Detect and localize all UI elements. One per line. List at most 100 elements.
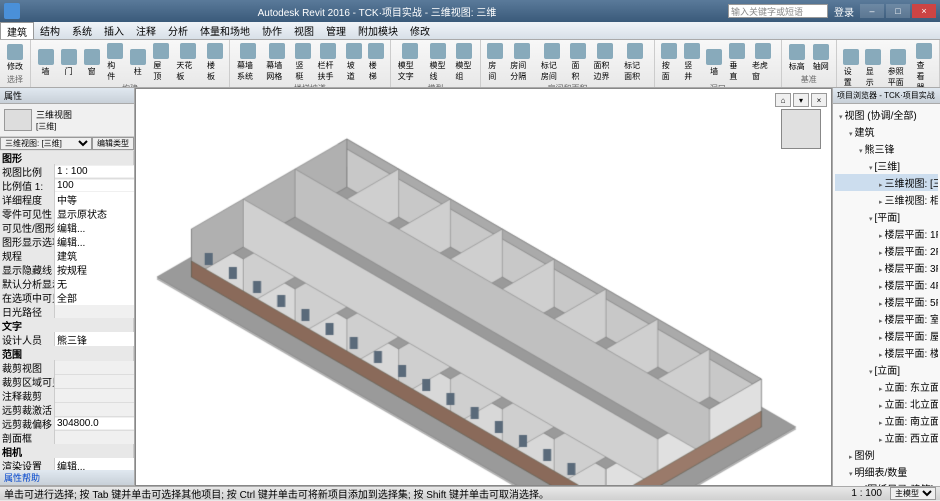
- tab-注释[interactable]: 注释: [130, 22, 162, 39]
- prop-value[interactable]: 100: [55, 180, 134, 191]
- tool-模型文字[interactable]: 模型文字: [395, 42, 425, 83]
- tab-管理[interactable]: 管理: [320, 22, 352, 39]
- tab-协作[interactable]: 协作: [256, 22, 288, 39]
- tree-item[interactable]: 立面: 东立面: [835, 378, 938, 395]
- tree-item[interactable]: 楼层平面: 室外地坪: [835, 310, 938, 327]
- tab-修改[interactable]: 修改: [404, 22, 436, 39]
- tab-分析[interactable]: 分析: [162, 22, 194, 39]
- prop-group-文字[interactable]: 文字: [0, 319, 134, 333]
- tree-item[interactable]: [平面]: [835, 208, 938, 225]
- tool-墙[interactable]: 墙: [35, 42, 56, 83]
- viewport-home-button[interactable]: ⌂: [775, 93, 791, 107]
- tree-item[interactable]: 楼层平面: 1F: [835, 225, 938, 242]
- maximize-button[interactable]: □: [886, 4, 910, 18]
- prop-value[interactable]: 1 : 100: [55, 166, 134, 177]
- user-label[interactable]: 登录: [834, 4, 854, 19]
- prop-value[interactable]: 中等: [55, 192, 134, 207]
- tool-楼板[interactable]: 楼板: [204, 42, 225, 83]
- tree-item[interactable]: 视图 (协调/全部): [835, 106, 938, 123]
- tree-item[interactable]: 建筑: [835, 123, 938, 140]
- tool-幕墙网格[interactable]: 幕墙网格: [263, 42, 290, 83]
- tool-幕墙系统[interactable]: 幕墙系统: [234, 42, 261, 83]
- prop-group-图形[interactable]: 图形: [0, 151, 134, 165]
- tree-item[interactable]: 楼层平面: 屋顶: [835, 327, 938, 344]
- tool-参照平面[interactable]: 参照平面: [885, 42, 912, 88]
- status-scale[interactable]: 1 : 100: [851, 488, 882, 499]
- tool-面积[interactable]: 面积: [568, 42, 588, 83]
- tab-体量和场地[interactable]: 体量和场地: [194, 22, 256, 39]
- prop-value[interactable]: 显示原状态: [55, 206, 134, 221]
- edit-type-button[interactable]: 编辑类型: [92, 137, 134, 150]
- tool-显示[interactable]: 显示: [863, 42, 883, 88]
- view-cube[interactable]: [781, 109, 821, 149]
- prop-value[interactable]: 编辑...: [55, 220, 134, 235]
- tree-item[interactable]: 明细表/数量: [835, 463, 938, 480]
- prop-value[interactable]: 全部: [55, 290, 134, 305]
- tool-轴网[interactable]: 轴网: [810, 42, 832, 74]
- tree-item[interactable]: [立面]: [835, 361, 938, 378]
- tool-构件[interactable]: 构件: [104, 42, 125, 83]
- tab-附加模块[interactable]: 附加模块: [352, 22, 404, 39]
- tool-查看器[interactable]: 查看器: [913, 42, 935, 88]
- tree-item[interactable]: 立面: 南立面: [835, 412, 938, 429]
- properties-help-link[interactable]: 属性帮助: [0, 470, 134, 486]
- tool-修改[interactable]: 修改: [4, 42, 26, 74]
- tool-墙[interactable]: 墙: [704, 42, 725, 83]
- tool-标记房间[interactable]: 标记房间: [538, 42, 567, 83]
- viewport-menu-button[interactable]: ▾: [793, 93, 809, 107]
- tool-按面[interactable]: 按面: [659, 42, 680, 83]
- tool-竖井[interactable]: 竖井: [681, 42, 702, 83]
- type-selector[interactable]: 三维视图: [三维]: [0, 137, 92, 150]
- tool-屋顶[interactable]: 屋顶: [150, 42, 171, 83]
- tab-视图[interactable]: 视图: [288, 22, 320, 39]
- tool-栏杆扶手[interactable]: 栏杆扶手: [315, 42, 342, 83]
- tool-楼梯[interactable]: 楼梯: [366, 42, 386, 83]
- prop-group-范围[interactable]: 范围: [0, 347, 134, 361]
- close-button[interactable]: ×: [912, 4, 936, 18]
- tool-房间分隔[interactable]: 房间分隔: [507, 42, 536, 83]
- tree-item[interactable]: 楼层平面: 3F: [835, 259, 938, 276]
- tree-item[interactable]: 三维视图: [三维]: [835, 174, 938, 191]
- tool-垂直[interactable]: 垂直: [726, 42, 747, 83]
- prop-value[interactable]: 304800.0: [55, 418, 134, 429]
- prop-group-相机[interactable]: 相机: [0, 445, 134, 459]
- tab-系统[interactable]: 系统: [66, 22, 98, 39]
- tab-插入[interactable]: 插入: [98, 22, 130, 39]
- tree-item[interactable]: 楼层平面: 5F: [835, 293, 938, 310]
- tree-item[interactable]: [图纸目录-建筑]: [835, 480, 938, 486]
- tree-item[interactable]: [三维]: [835, 157, 938, 174]
- prop-value[interactable]: 编辑...: [55, 234, 134, 249]
- prop-value[interactable]: 按规程: [55, 262, 134, 277]
- tool-模型线[interactable]: 模型线: [427, 42, 451, 83]
- tool-天花板[interactable]: 天花板: [173, 42, 202, 83]
- tree-item[interactable]: 三维视图: 相机视图: [835, 191, 938, 208]
- tree-item[interactable]: 立面: 西立面: [835, 429, 938, 446]
- tool-柱[interactable]: 柱: [127, 42, 148, 83]
- viewport-close-button[interactable]: ×: [811, 93, 827, 107]
- tool-房间[interactable]: 房间: [485, 42, 505, 83]
- tab-建筑[interactable]: 建筑: [0, 22, 34, 39]
- prop-value[interactable]: 无: [55, 276, 134, 291]
- tree-item[interactable]: 立面: 北立面: [835, 395, 938, 412]
- tool-设置[interactable]: 设置: [841, 42, 861, 88]
- tree-item[interactable]: 熊三锋: [835, 140, 938, 157]
- tree-item[interactable]: 楼层平面: 4F: [835, 276, 938, 293]
- tool-模型组[interactable]: 模型组: [452, 42, 476, 83]
- prop-value[interactable]: 熊三锋: [55, 332, 134, 347]
- workset-selector[interactable]: 主模型: [890, 487, 936, 500]
- tool-面积边界[interactable]: 面积边界: [590, 42, 619, 83]
- tree-item[interactable]: 楼层平面: 2F: [835, 242, 938, 259]
- minimize-button[interactable]: –: [860, 4, 884, 18]
- 3d-viewport[interactable]: ⌂ ▾ ×: [135, 88, 832, 486]
- tool-窗[interactable]: 窗: [81, 42, 102, 83]
- tool-标记面积[interactable]: 标记面积: [621, 42, 650, 83]
- tool-竖梃[interactable]: 竖梃: [293, 42, 313, 83]
- tree-item[interactable]: 图例: [835, 446, 938, 463]
- prop-value[interactable]: 建筑: [55, 248, 134, 263]
- tool-标高[interactable]: 标高: [786, 42, 808, 74]
- tree-item[interactable]: 楼层平面: 楼梯屋顶: [835, 344, 938, 361]
- tool-坡道[interactable]: 坡道: [344, 42, 364, 83]
- tool-门[interactable]: 门: [58, 42, 79, 83]
- prop-value[interactable]: 编辑...: [55, 458, 134, 470]
- tool-老虎窗[interactable]: 老虎窗: [749, 42, 777, 83]
